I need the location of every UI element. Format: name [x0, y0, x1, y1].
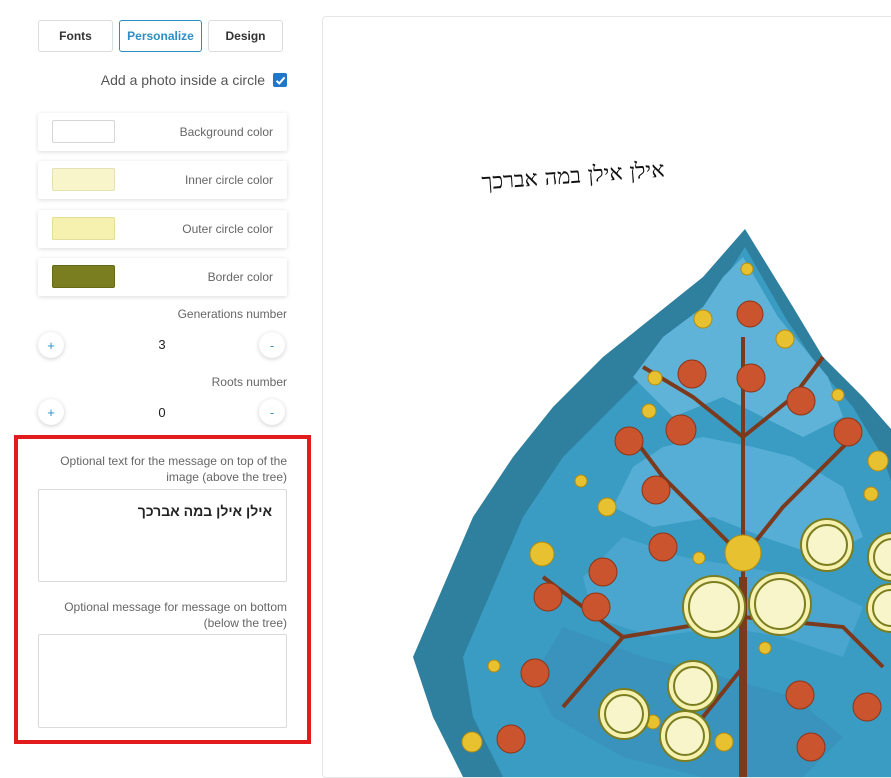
inner-circle-color-swatch[interactable]	[52, 168, 115, 191]
border-color-row[interactable]: Border color	[38, 258, 287, 296]
tab-fonts[interactable]: Fonts	[38, 20, 113, 52]
background-color-label: Background color	[179, 125, 273, 139]
top-message-text: אילן אילן במה אברכך	[137, 503, 272, 519]
generations-label: Generations number	[177, 307, 287, 321]
bottom-message-textarea[interactable]	[38, 634, 287, 728]
background-color-swatch[interactable]	[52, 120, 115, 143]
tab-personalize[interactable]: Personalize	[119, 20, 202, 52]
add-photo-label: Add a photo inside a circle	[100, 72, 265, 88]
inner-circle-color-row[interactable]: Inner circle color	[38, 161, 287, 199]
settings-sidebar: Fonts Personalize Design Add a photo ins…	[0, 0, 311, 753]
background-color-row[interactable]: Background color	[38, 113, 287, 151]
tab-bar: Fonts Personalize Design	[38, 20, 283, 52]
roots-increase-button[interactable]: +	[38, 399, 64, 425]
outer-circle-color-swatch[interactable]	[52, 217, 115, 240]
tab-design[interactable]: Design	[208, 20, 283, 52]
tree-preview: אילן אילן במה אברכך	[322, 16, 891, 778]
roots-label: Roots number	[211, 375, 287, 389]
border-color-swatch[interactable]	[52, 265, 115, 288]
border-color-label: Border color	[207, 270, 273, 284]
roots-decrease-button[interactable]: -	[259, 399, 285, 425]
outer-circle-color-row[interactable]: Outer circle color	[38, 210, 287, 248]
checkmark-icon	[275, 76, 285, 85]
add-photo-checkbox[interactable]	[273, 73, 287, 87]
bottom-message-label: Optional message for message on bottom (…	[64, 600, 287, 630]
generations-increase-button[interactable]: +	[38, 332, 64, 358]
outer-circle-color-label: Outer circle color	[182, 222, 273, 236]
family-tree-illustration	[413, 229, 891, 777]
add-photo-option[interactable]: Add a photo inside a circle	[101, 72, 287, 88]
top-message-label: Optional text for the message on top of …	[60, 454, 287, 484]
inner-circle-color-label: Inner circle color	[184, 173, 273, 187]
generations-value: 3	[158, 337, 166, 352]
generations-decrease-button[interactable]: -	[259, 332, 285, 358]
roots-value: 0	[158, 405, 166, 420]
top-message-textarea[interactable]: אילן אילן במה אברכך	[38, 489, 287, 582]
